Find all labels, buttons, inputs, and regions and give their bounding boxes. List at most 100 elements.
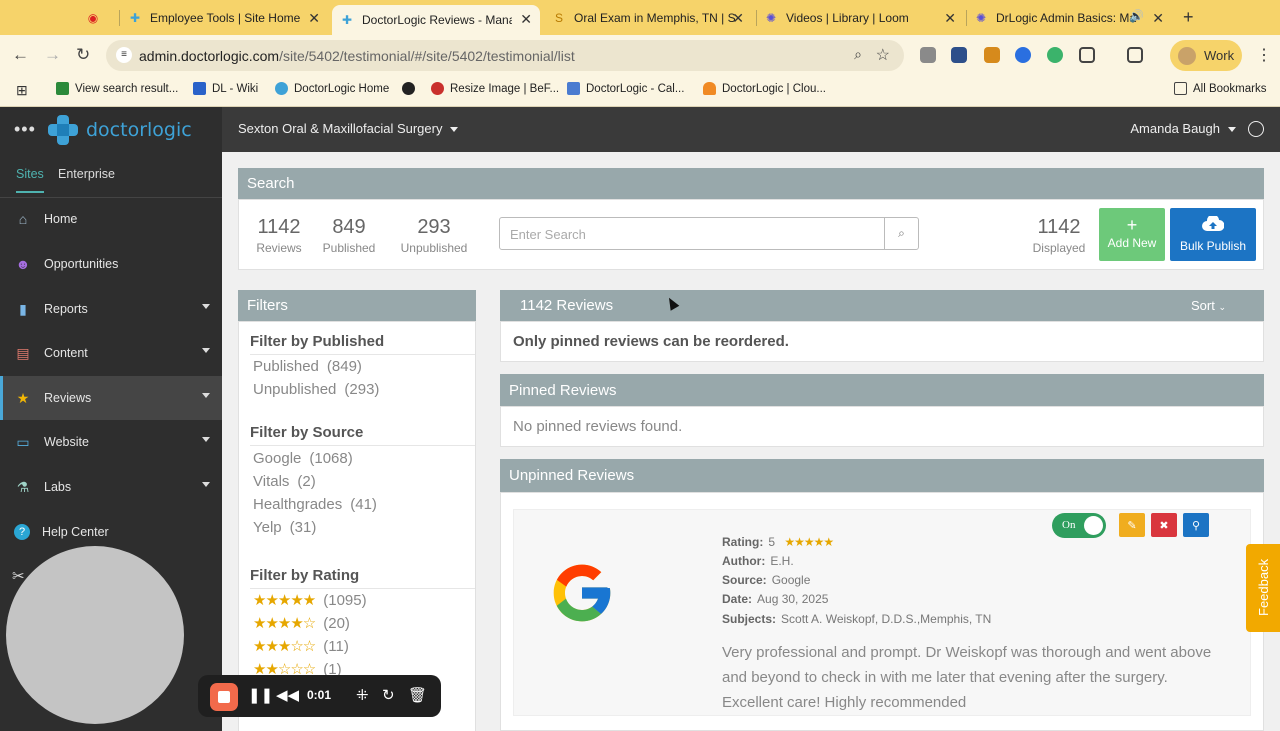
all-bookmarks[interactable]: All Bookmarks bbox=[1174, 82, 1267, 95]
trash-icon[interactable]: 🗑 bbox=[408, 686, 427, 704]
add-new-button[interactable]: + Add New bbox=[1099, 208, 1165, 261]
filter-source-google[interactable]: Google (1068) bbox=[253, 450, 353, 467]
tab-employee-tools[interactable]: ✚ Employee Tools | Site Home ✕ bbox=[128, 4, 328, 31]
tab-title: DoctorLogic Reviews - Manag bbox=[362, 13, 512, 27]
apps-grid-icon[interactable]: ⊞ bbox=[16, 82, 28, 99]
zoom-icon[interactable]: ⌕ bbox=[854, 46, 862, 63]
extension-icon[interactable] bbox=[951, 47, 967, 63]
reorder-notice: Only pinned reviews can be reordered. bbox=[513, 333, 789, 350]
review-source: Source: Google bbox=[722, 573, 810, 587]
bookmark-item[interactable]: DL - Wiki bbox=[193, 82, 258, 95]
app-menu-icon[interactable]: ••• bbox=[14, 119, 36, 140]
sidebar-item-reports[interactable]: ▮ Reports bbox=[0, 287, 222, 331]
filter-source-yelp[interactable]: Yelp (31) bbox=[253, 519, 316, 536]
bookmark-item[interactable] bbox=[402, 82, 421, 95]
reading-mode-icon[interactable] bbox=[1127, 47, 1143, 63]
speaker-icon[interactable]: 🔊 bbox=[1129, 9, 1144, 23]
edit-button[interactable]: ✎ bbox=[1119, 513, 1145, 537]
restart-icon[interactable]: ↻ bbox=[382, 686, 395, 704]
extension-icon[interactable] bbox=[1047, 47, 1063, 63]
tab-sites[interactable]: Sites bbox=[16, 167, 44, 193]
sort-dropdown[interactable]: Sort ⌄ bbox=[1191, 298, 1226, 313]
bookmark-item[interactable]: DoctorLogic Home bbox=[275, 82, 389, 95]
publish-toggle[interactable]: On bbox=[1052, 513, 1106, 538]
site-info-icon[interactable]: ≡ bbox=[116, 47, 132, 63]
panel-title: Pinned Reviews bbox=[509, 381, 617, 399]
search-button[interactable]: ⌕ bbox=[884, 217, 919, 250]
pause-icon[interactable]: ❚❚ bbox=[248, 686, 273, 704]
tab-recording[interactable]: ◉ bbox=[86, 4, 116, 31]
extension-icon[interactable] bbox=[984, 47, 1000, 63]
filter-rating-5[interactable]: ★★★★★ (1095) bbox=[253, 591, 367, 609]
back-icon[interactable]: ← bbox=[12, 45, 29, 65]
close-icon[interactable]: ✕ bbox=[944, 10, 956, 27]
address-toolbar: ← → ↻ ≡ admin.doctorlogic.com/site/5402/… bbox=[0, 35, 1280, 76]
bookmark-icon bbox=[431, 82, 444, 95]
tab-enterprise[interactable]: Enterprise bbox=[58, 167, 115, 191]
webcam-bubble[interactable] bbox=[6, 546, 184, 724]
rewind-icon[interactable]: ◀◀ bbox=[276, 686, 299, 704]
bulk-publish-button[interactable]: Bulk Publish bbox=[1170, 208, 1256, 261]
filter-source-vitals[interactable]: Vitals (2) bbox=[253, 473, 316, 490]
sidebar-item-label: Labs bbox=[44, 480, 72, 494]
bookmark-star-icon[interactable]: ☆ bbox=[876, 45, 890, 65]
tab-oral-exam[interactable]: S Oral Exam in Memphis, TN | S ✕ bbox=[552, 4, 752, 31]
reload-icon[interactable]: ↻ bbox=[76, 45, 90, 65]
doctorlogic-logo[interactable] bbox=[46, 113, 80, 147]
extension-icon[interactable] bbox=[920, 47, 936, 63]
filter-published[interactable]: Published (849) bbox=[253, 358, 362, 375]
tab-doctorlogic-reviews[interactable]: ✚ DoctorLogic Reviews - Manag ✕ bbox=[332, 5, 540, 35]
pin-button[interactable]: ⚲ bbox=[1183, 513, 1209, 537]
practice-selector[interactable]: Sexton Oral & Maxillofacial Surgery bbox=[238, 121, 459, 136]
panel-title: Unpinned Reviews bbox=[509, 467, 635, 484]
meta-value: Scott A. Weiskopf, D.D.S.,Memphis, TN bbox=[781, 612, 992, 626]
filter-rating-4[interactable]: ★★★★☆ (20) bbox=[253, 614, 350, 632]
search-input[interactable]: Enter Search bbox=[499, 217, 885, 250]
grid-icon[interactable]: ⁜ bbox=[356, 686, 369, 704]
filter-unpublished[interactable]: Unpublished (293) bbox=[253, 381, 379, 398]
url-text[interactable]: admin.doctorlogic.com/site/5402/testimon… bbox=[139, 48, 575, 64]
search-icon: ⌕ bbox=[898, 226, 905, 240]
forward-icon[interactable]: → bbox=[44, 45, 61, 65]
new-tab-icon[interactable]: + bbox=[1183, 7, 1194, 28]
sidebar-item-opportunities[interactable]: ☻ Opportunities bbox=[0, 242, 222, 286]
close-icon[interactable]: ✕ bbox=[1152, 10, 1164, 27]
filter-rating-3[interactable]: ★★★☆☆ (11) bbox=[253, 637, 349, 655]
loom-icon: ✺ bbox=[975, 10, 987, 25]
review-subjects: Subjects: Scott A. Weiskopf, D.D.S.,Memph… bbox=[722, 612, 991, 626]
user-menu[interactable]: Amanda Baugh bbox=[1130, 121, 1236, 136]
user-account-icon[interactable] bbox=[1248, 121, 1264, 137]
sidebar-item-reviews[interactable]: ★ Reviews bbox=[0, 376, 222, 420]
address-bar[interactable]: ≡ admin.doctorlogic.com/site/5402/testim… bbox=[106, 40, 904, 71]
stat-reviews: 1142 Reviews bbox=[255, 216, 303, 255]
feedback-tab[interactable]: Feedback bbox=[1246, 544, 1280, 632]
bookmark-item[interactable]: View search result... bbox=[56, 82, 178, 95]
star-icon: ★ bbox=[16, 389, 30, 406]
close-icon[interactable]: ✕ bbox=[732, 10, 744, 27]
meta-value: E.H. bbox=[770, 554, 794, 568]
stop-recording-button[interactable] bbox=[210, 683, 238, 711]
tab-separator bbox=[756, 10, 757, 26]
filter-source-healthgrades[interactable]: Healthgrades (41) bbox=[253, 496, 377, 513]
sidebar-item-content[interactable]: ▤ Content bbox=[0, 331, 222, 375]
bookmark-item[interactable]: DoctorLogic - Cal... bbox=[567, 82, 684, 95]
bookmark-label: DoctorLogic - Cal... bbox=[586, 82, 685, 95]
zoom-extension-icon[interactable] bbox=[1015, 47, 1031, 63]
profile-button[interactable]: Work bbox=[1170, 40, 1242, 71]
meta-value: Google bbox=[771, 573, 811, 587]
extensions-puzzle-icon[interactable] bbox=[1079, 47, 1095, 63]
sidebar-item-home[interactable]: ⌂ Home bbox=[0, 197, 222, 241]
bookmark-item[interactable]: DoctorLogic | Clou... bbox=[703, 82, 826, 95]
filter-label: Google bbox=[253, 450, 302, 467]
tab-loom-library[interactable]: ✺ Videos | Library | Loom ✕ bbox=[764, 4, 964, 31]
bookmark-item[interactable]: Resize Image | BeF... bbox=[431, 82, 559, 95]
sidebar-item-labs[interactable]: ⚗ Labs bbox=[0, 465, 222, 509]
tab-drlogic-admin[interactable]: ✺ DrLogic Admin Basics: Ma 🔊 ✕ bbox=[974, 4, 1172, 31]
rating-stars: ★★★★★ bbox=[784, 535, 834, 549]
sidebar-item-label: Reports bbox=[44, 302, 88, 316]
close-icon[interactable]: ✕ bbox=[308, 10, 320, 27]
delete-button[interactable]: ✖ bbox=[1151, 513, 1177, 537]
close-icon[interactable]: ✕ bbox=[520, 11, 532, 28]
browser-menu-icon[interactable]: ⋮ bbox=[1256, 45, 1272, 65]
sidebar-item-website[interactable]: ▭ Website bbox=[0, 420, 222, 464]
